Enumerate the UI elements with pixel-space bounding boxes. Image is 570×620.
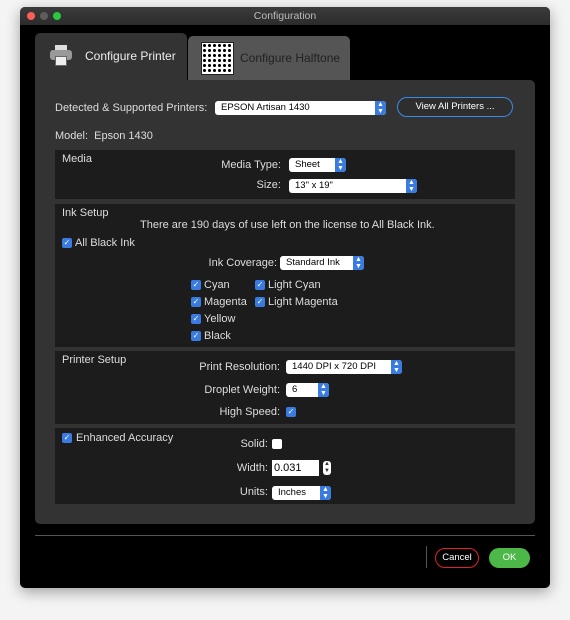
chevron-updown-icon: ▲ ▼ — [406, 179, 417, 193]
configure-printer-panel: Detected & Supported Printers: EPSON Art… — [35, 80, 535, 524]
printers-label: Detected & Supported Printers: — [55, 102, 208, 114]
section-title: Media — [62, 153, 92, 165]
chevron-updown-icon: ▲ ▼ — [353, 256, 364, 270]
width-input[interactable]: 0.031 — [272, 460, 319, 476]
window-title: Configuration — [253, 10, 317, 22]
magenta-checkbox[interactable]: ✓ — [191, 297, 201, 307]
media-type-label: Media Type: — [221, 159, 281, 171]
width-label: Width: — [236, 462, 268, 474]
droplet-weight-label: Droplet Weight: — [204, 384, 280, 396]
light-cyan-checkbox[interactable]: ✓ — [255, 280, 265, 290]
section-title: Printer Setup — [62, 354, 127, 366]
yellow-checkbox[interactable]: ✓ — [191, 314, 201, 324]
resolution-label: Print Resolution: — [199, 361, 280, 373]
chevron-updown-icon: ▲ ▼ — [320, 486, 331, 500]
droplet-weight-select[interactable]: 6 ▲ ▼ — [286, 383, 329, 397]
printer-icon — [50, 45, 72, 67]
cancel-button[interactable]: Cancel — [435, 548, 479, 568]
all-black-ink-checkbox[interactable]: ✓ — [62, 238, 72, 248]
high-speed-checkbox[interactable]: ✓ — [286, 407, 296, 417]
title-bar: Configuration — [20, 7, 550, 25]
units-label: Units: — [239, 486, 268, 498]
tab-configure-printer[interactable]: Configure Printer — [35, 33, 187, 83]
printer-setup-section: Printer Setup Print Resolution: 1440 DPI… — [55, 351, 515, 424]
chevron-updown-icon: ▲ ▼ — [335, 158, 346, 172]
tab-configure-halftone[interactable]: Configure Halftone — [188, 36, 350, 83]
enhanced-accuracy-checkbox[interactable]: ✓ — [62, 433, 72, 443]
chevron-updown-icon: ▲ ▼ — [375, 101, 386, 115]
ink-label: Magenta — [204, 296, 247, 308]
close-button[interactable] — [27, 12, 35, 20]
model-label: Model: Epson 1430 — [55, 130, 153, 142]
ink-label: Cyan — [204, 279, 230, 291]
enhanced-accuracy-section: ✓ Enhanced Accuracy Solid: Width: 0.031 … — [55, 428, 515, 504]
solid-label: Solid: — [240, 438, 268, 450]
all-black-ink-label: All Black Ink — [75, 237, 135, 249]
high-speed-label: High Speed: — [219, 406, 280, 418]
view-all-printers-button[interactable]: View All Printers ... — [397, 97, 513, 117]
divider — [426, 546, 427, 568]
media-section: Media Media Type: Sheet ▲ ▼ Size: 13" x 19… — [55, 150, 515, 199]
solid-checkbox[interactable] — [272, 439, 282, 449]
license-text: There are 190 days of use left on the li… — [140, 219, 435, 231]
button-label: View All Printers ... — [415, 101, 495, 112]
cyan-checkbox[interactable]: ✓ — [191, 280, 201, 290]
tab-label: Configure Halftone — [240, 51, 341, 65]
section-title: Enhanced Accuracy — [76, 432, 174, 444]
ink-coverage-label: Ink Coverage: — [208, 257, 277, 269]
black-checkbox[interactable]: ✓ — [191, 331, 201, 341]
ink-label: Black — [204, 330, 231, 342]
size-label: Size: — [256, 179, 281, 191]
tab-label: Configure Printer — [85, 49, 176, 63]
media-type-select[interactable]: Sheet ▲ ▼ — [289, 158, 346, 172]
chevron-updown-icon: ▲ ▼ — [318, 383, 329, 397]
halftone-icon — [201, 42, 234, 75]
printer-select[interactable]: EPSON Artisan 1430 ▲ ▼ — [215, 101, 386, 115]
resolution-select[interactable]: 1440 DPI x 720 DPI ▲ ▼ — [286, 360, 402, 374]
ink-label: Light Magenta — [268, 296, 338, 308]
ink-label: Yellow — [204, 313, 236, 325]
configuration-window: Configuration Configure Printer Configur… — [20, 7, 550, 588]
size-select[interactable]: 13" x 19" ▲ ▼ — [289, 179, 417, 193]
divider — [35, 535, 535, 536]
printer-value: EPSON Artisan 1430 — [221, 102, 310, 113]
width-stepper[interactable]: ▲ ▼ — [323, 461, 331, 475]
section-title: Ink Setup — [62, 207, 109, 219]
ink-coverage-select[interactable]: Standard Ink ▲ ▼ — [280, 256, 364, 270]
minimize-button[interactable] — [40, 12, 48, 20]
light-magenta-checkbox[interactable]: ✓ — [255, 297, 265, 307]
ok-button[interactable]: OK — [489, 548, 530, 568]
units-select[interactable]: Inches ▲ ▼ — [272, 486, 331, 500]
model-value: Epson 1430 — [94, 130, 153, 142]
zoom-button[interactable] — [53, 12, 61, 20]
ink-label: Light Cyan — [268, 279, 321, 291]
chevron-updown-icon: ▲ ▼ — [391, 360, 402, 374]
ink-setup-section: Ink Setup There are 190 days of use left… — [55, 204, 515, 347]
